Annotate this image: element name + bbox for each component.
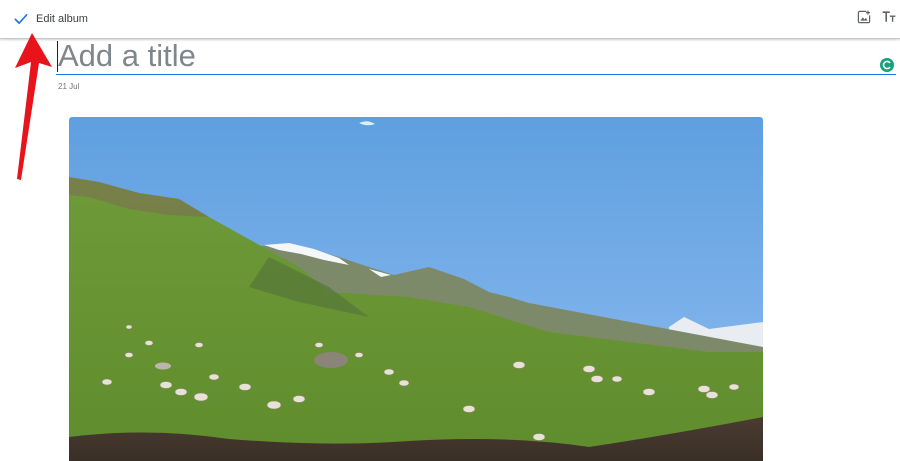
album-date: 21 Jul <box>58 82 80 91</box>
check-icon <box>12 10 30 28</box>
album-title-field[interactable] <box>56 38 896 75</box>
album-title-input[interactable] <box>56 38 858 74</box>
album-photo[interactable] <box>69 117 763 461</box>
edit-album-label: Edit album <box>36 13 88 25</box>
text-caret <box>57 41 58 72</box>
done-edit-album-button[interactable]: Edit album <box>8 6 88 32</box>
grammar-assistant-icon[interactable] <box>880 58 894 72</box>
mountain-meadow-image <box>69 117 763 461</box>
add-photos-button[interactable] <box>854 9 874 29</box>
text-format-icon <box>881 9 897 30</box>
add-photo-icon <box>856 9 872 30</box>
add-text-button[interactable] <box>879 9 899 29</box>
red-annotation-arrow-icon <box>15 33 52 180</box>
top-toolbar: Edit album <box>0 0 900 39</box>
